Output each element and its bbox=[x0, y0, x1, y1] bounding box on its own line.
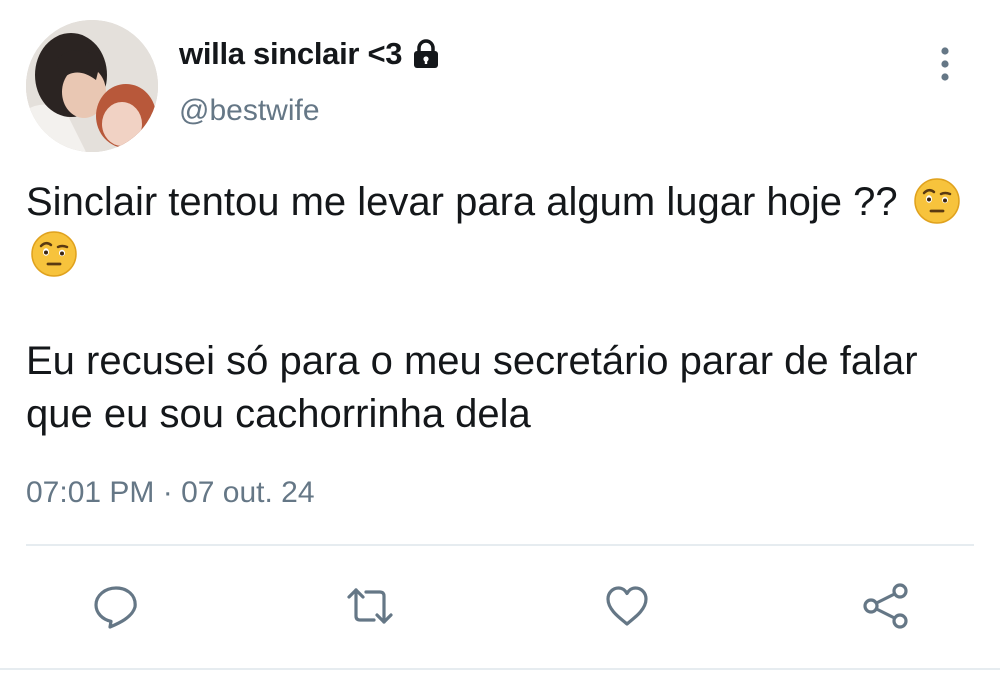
share-icon bbox=[863, 583, 908, 629]
avatar[interactable] bbox=[26, 20, 158, 152]
tweet-text: Sinclair tentou me levar para algum luga… bbox=[26, 176, 976, 441]
bottom-divider bbox=[0, 668, 1000, 670]
like-button[interactable] bbox=[601, 582, 653, 630]
lock-icon bbox=[412, 39, 440, 69]
tweet-paragraph-1-text: Sinclair tentou me levar para algum luga… bbox=[26, 180, 898, 224]
avatar-photo bbox=[26, 20, 158, 152]
display-name-text: willa sinclair <3 bbox=[179, 36, 403, 71]
heart-icon bbox=[606, 586, 648, 626]
reply-icon bbox=[94, 586, 137, 629]
retweet-button[interactable] bbox=[344, 582, 396, 630]
reply-button[interactable] bbox=[90, 582, 142, 630]
user-handle[interactable]: @bestwife bbox=[179, 94, 320, 128]
display-name[interactable]: willa sinclair <3 bbox=[179, 36, 440, 72]
face-with-raised-eyebrow-emoji bbox=[913, 177, 961, 225]
divider bbox=[26, 544, 974, 546]
share-button[interactable] bbox=[860, 582, 912, 630]
tweet-paragraph-2: Eu recusei só para o meu secretário para… bbox=[26, 339, 918, 436]
tweet-timestamp[interactable]: 07:01 PM · 07 out. 24 bbox=[26, 476, 315, 510]
retweet-icon bbox=[347, 588, 393, 624]
tweet-paragraph-1: Sinclair tentou me levar para algum luga… bbox=[26, 176, 976, 282]
face-with-raised-eyebrow-emoji bbox=[30, 230, 78, 278]
more-vertical-icon[interactable] bbox=[936, 46, 954, 82]
